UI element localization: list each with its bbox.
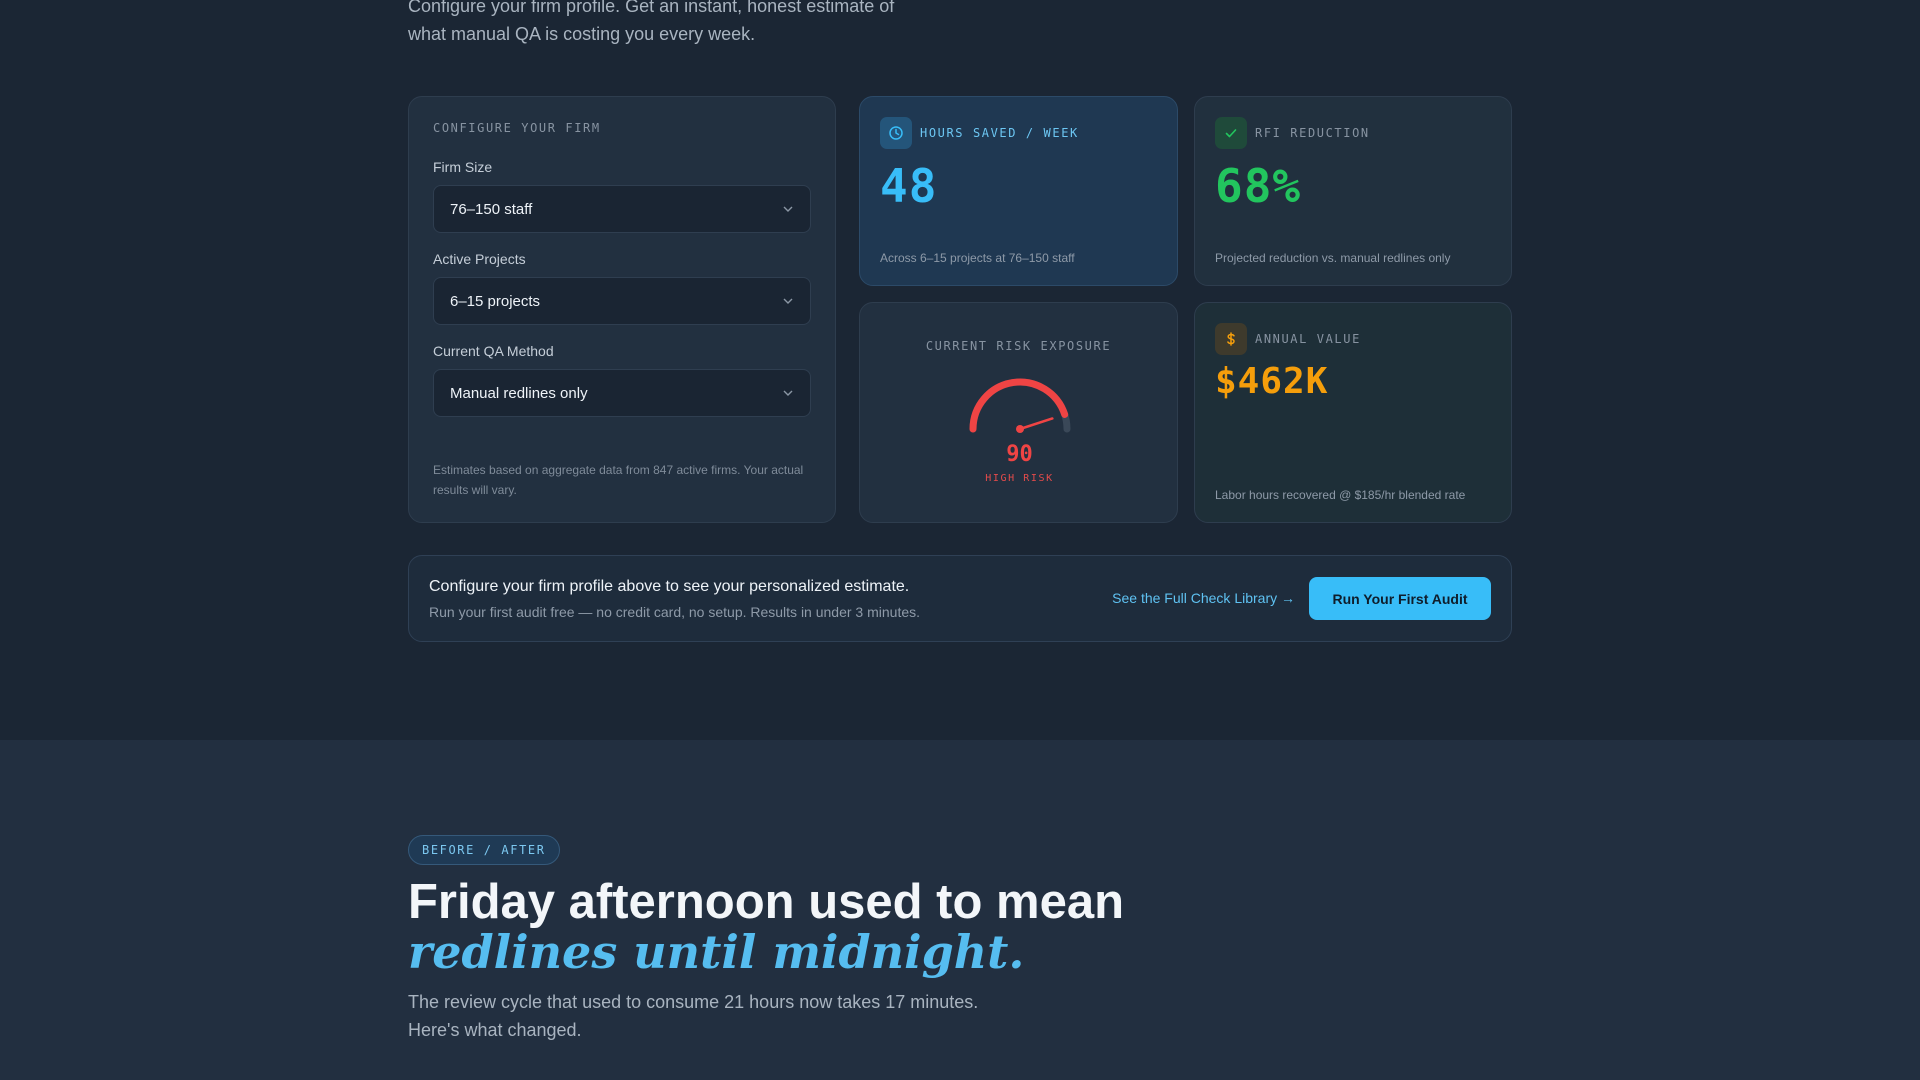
dollar-icon xyxy=(1215,323,1247,355)
gauge-hub xyxy=(1015,425,1024,433)
annual-value-eyebrow: ANNUAL VALUE xyxy=(1255,332,1361,346)
hours-saved-header: HOURS SAVED / WEEK xyxy=(880,117,1157,149)
qa-method-field: Current QA Method Manual redlines only xyxy=(433,343,811,417)
rfi-reduction-header: RFI REDUCTION xyxy=(1215,117,1491,149)
hours-saved-value: 48 xyxy=(880,159,938,213)
active-projects-select[interactable]: 6–15 projects xyxy=(433,277,811,325)
qa-method-value: Manual redlines only xyxy=(450,384,588,402)
risk-score: 90 xyxy=(1006,442,1033,467)
chevron-down-icon xyxy=(783,206,793,212)
estimate-cta-bar: Configure your firm profile above to see… xyxy=(408,555,1512,642)
before-after-section: BEFORE / AFTER Friday afternoon used to … xyxy=(0,740,1920,1080)
rfi-reduction-value: 68% xyxy=(1215,159,1302,213)
section-headline: Friday afternoon used to mean xyxy=(408,875,1125,929)
gauge-needle xyxy=(1018,417,1054,431)
risk-level: HIGH RISK xyxy=(985,473,1054,484)
risk-gauge xyxy=(860,375,1179,439)
clock-icon xyxy=(880,117,912,149)
chevron-down-icon xyxy=(783,390,793,396)
hours-saved-card: HOURS SAVED / WEEK 48 Across 6–15 projec… xyxy=(859,96,1178,286)
rfi-reduction-eyebrow: RFI REDUCTION xyxy=(1255,126,1370,140)
risk-exposure-card: CURRENT RISK EXPOSURE 90 HIGH RISK xyxy=(859,302,1178,523)
firm-size-label: Firm Size xyxy=(433,159,493,175)
chevron-down-icon xyxy=(783,298,793,304)
hours-saved-note: Across 6–15 projects at 76–150 staff xyxy=(880,251,1075,265)
qa-method-label: Current QA Method xyxy=(433,343,554,359)
annual-value-amount: $462K xyxy=(1215,361,1329,402)
annual-value-card: ANNUAL VALUE $462K Labor hours recovered… xyxy=(1194,302,1512,523)
intro-line-2: what manual QA is costing you every week… xyxy=(408,24,756,44)
rfi-reduction-note: Projected reduction vs. manual redlines … xyxy=(1215,251,1451,265)
annual-value-note: Labor hours recovered @ $185/hr blended … xyxy=(1215,488,1466,502)
check-icon xyxy=(1215,117,1247,149)
qa-method-select[interactable]: Manual redlines only xyxy=(433,369,811,417)
cta-subtitle: Run your first audit free — no credit ca… xyxy=(429,604,921,620)
subhead-line-1: The review cycle that used to consume 21… xyxy=(408,992,979,1012)
section-subhead: The review cycle that used to consume 21… xyxy=(408,988,1028,1044)
roi-calculator-section: Configure your firm profile. Get an inst… xyxy=(0,0,1920,740)
annual-value-header: ANNUAL VALUE xyxy=(1215,323,1491,355)
firm-size-field: Firm Size 76–150 staff xyxy=(433,159,811,233)
active-projects-field: Active Projects 6–15 projects xyxy=(433,251,811,325)
hours-saved-eyebrow: HOURS SAVED / WEEK xyxy=(920,126,1079,140)
rfi-reduction-card: RFI REDUCTION 68% Projected reduction vs… xyxy=(1194,96,1512,286)
full-check-library-link[interactable]: See the Full Check Library → xyxy=(1112,590,1295,606)
configure-firm-eyebrow: CONFIGURE YOUR FIRM xyxy=(433,121,601,135)
intro-line-1: Configure your firm profile. Get an inst… xyxy=(408,0,895,16)
risk-gauge-svg xyxy=(969,378,1070,433)
section-intro: Configure your firm profile. Get an inst… xyxy=(408,0,928,48)
gauge-track xyxy=(969,378,1070,433)
section-headline-accent: redlines until midnight. xyxy=(408,925,1025,979)
firm-size-select[interactable]: 76–150 staff xyxy=(433,185,811,233)
run-first-audit-button[interactable]: Run Your First Audit xyxy=(1309,577,1491,620)
before-after-badge: BEFORE / AFTER xyxy=(408,835,560,865)
risk-exposure-eyebrow: CURRENT RISK EXPOSURE xyxy=(925,339,1112,353)
cta-title: Configure your firm profile above to see… xyxy=(429,578,910,595)
active-projects-value: 6–15 projects xyxy=(450,292,541,310)
configure-firm-card: CONFIGURE YOUR FIRM Firm Size 76–150 sta… xyxy=(408,96,836,523)
estimate-footnote: Estimates based on aggregate data from 8… xyxy=(433,463,804,497)
active-projects-label: Active Projects xyxy=(433,251,526,267)
firm-size-value: 76–150 staff xyxy=(450,200,533,218)
subhead-line-2: Here's what changed. xyxy=(408,1020,582,1040)
